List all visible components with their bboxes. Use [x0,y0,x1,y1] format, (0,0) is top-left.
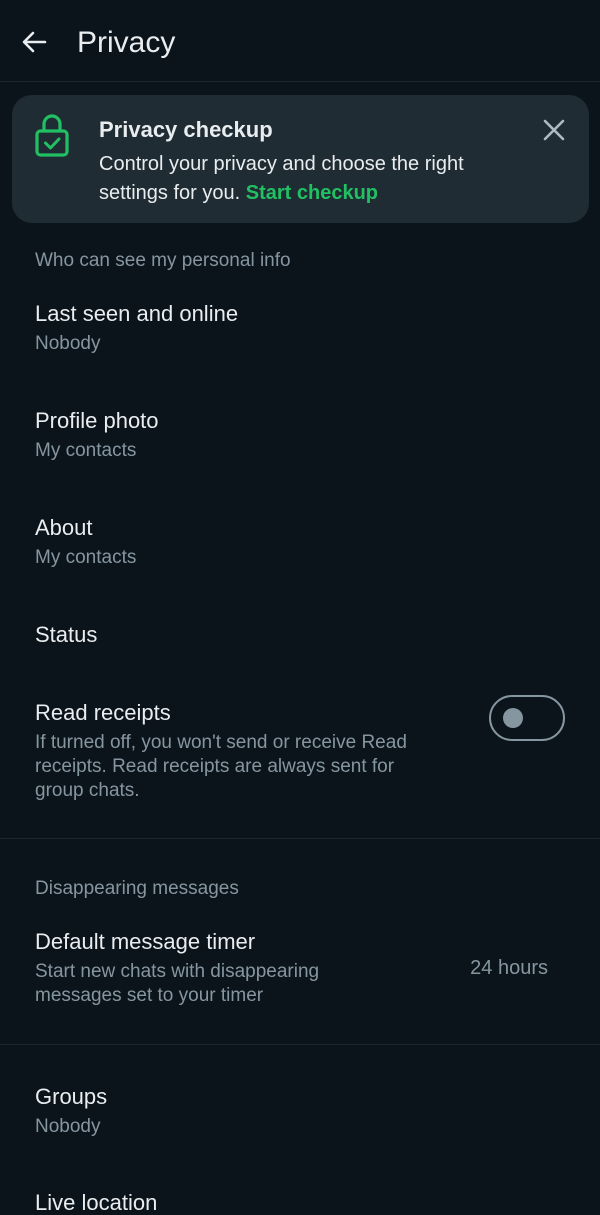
last-seen-value: Nobody [35,333,101,354]
groups-row[interactable]: Groups Nobody [0,1073,600,1163]
groups-title: Groups [35,1084,108,1109]
groups-value: Nobody [35,1116,101,1137]
about-row[interactable]: About My contacts [0,504,600,594]
default-timer-desc-1: Start new chats with disappearing [35,961,320,982]
read-receipts-desc-3: group chats. [35,780,140,801]
default-timer-desc-2: messages set to your timer [35,985,264,1006]
default-timer-row[interactable]: Default message timer Start new chats wi… [0,918,600,1028]
about-value: My contacts [35,547,137,568]
section-header-personal-info: Who can see my personal info [35,250,291,271]
live-location-title: Live location [35,1190,158,1215]
status-row[interactable]: Status [0,611,600,671]
profile-photo-row[interactable]: Profile photo My contacts [0,397,600,487]
live-location-row[interactable]: Live location [0,1180,600,1215]
arrow-left-icon [22,31,47,53]
read-receipts-desc-1: If turned off, you won't send or receive… [35,732,407,753]
read-receipts-toggle[interactable] [489,695,565,741]
divider [0,1044,600,1045]
back-button[interactable] [14,24,54,60]
read-receipts-title: Read receipts [35,700,171,725]
start-checkup-link[interactable]: Start checkup [246,182,378,204]
status-title: Status [35,622,98,647]
default-timer-value: 24 hours [470,957,548,979]
read-receipts-desc-2: receipts. Read receipts are always sent … [35,756,395,777]
lock-check-icon [35,114,69,157]
last-seen-title: Last seen and online [35,301,239,326]
last-seen-row[interactable]: Last seen and online Nobody [0,290,600,380]
about-title: About [35,515,93,540]
close-button[interactable] [537,113,571,147]
app-bar: Privacy [0,0,600,82]
privacy-checkup-card: Privacy checkup Control your privacy and… [12,95,589,223]
divider [0,838,600,839]
section-header-disappearing: Disappearing messages [35,878,239,899]
profile-photo-title: Profile photo [35,408,159,433]
profile-photo-value: My contacts [35,440,137,461]
toggle-knob [503,708,523,728]
checkup-description: Control your privacy and choose the righ… [99,150,529,208]
close-icon [543,119,565,141]
page-title: Privacy [77,26,176,59]
checkup-title: Privacy checkup [99,117,273,142]
default-timer-title: Default message timer [35,929,256,954]
